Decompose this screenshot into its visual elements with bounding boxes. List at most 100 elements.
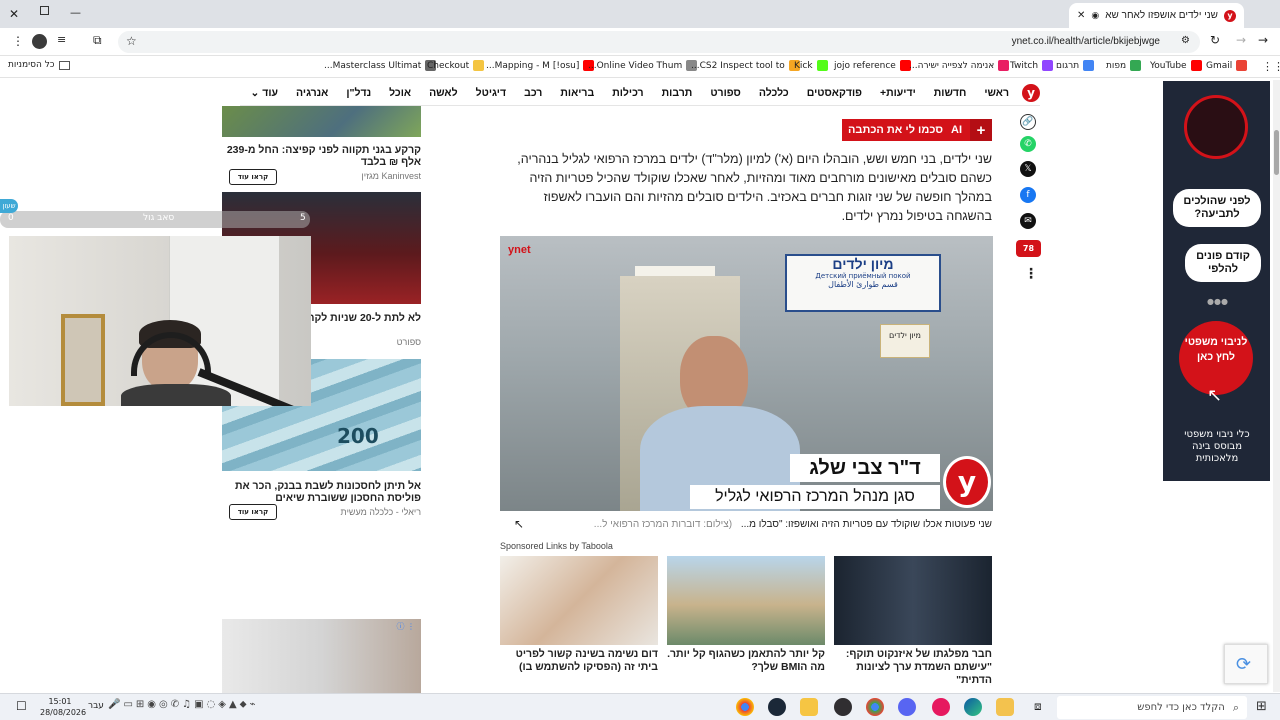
discord-taskbar-icon[interactable]: [898, 698, 916, 716]
nav-more[interactable]: עוד ⌄: [242, 87, 288, 99]
ynet-logo[interactable]: y: [1022, 83, 1040, 102]
bookmark-item[interactable]: CS2 Inspect tool to...: [691, 60, 800, 71]
tab-title: שני ילדים אושפזו לאחר שאכ: [1105, 10, 1218, 21]
nav-item[interactable]: רכילות: [603, 87, 652, 99]
scrollbar-thumb[interactable]: [1274, 130, 1279, 175]
bookmark-item[interactable]: YouTube: [1150, 60, 1202, 71]
nav-item[interactable]: ידיעות+: [871, 87, 925, 99]
nav-item[interactable]: כלכלה: [750, 87, 798, 99]
ad-cta-circle[interactable]: לניבוי משפטי לחץ כאן: [1179, 321, 1253, 395]
windows-start-icon[interactable]: ⊞: [1256, 699, 1267, 714]
nav-item[interactable]: ראשי: [975, 87, 1018, 99]
bookmark-item[interactable]: מפות: [1106, 60, 1142, 71]
caption-credit: (צילום: דוברות המרכז הרפואי ל...: [593, 519, 733, 530]
left-ad-image[interactable]: ⓘ ⋮: [222, 619, 421, 693]
nav-item[interactable]: אוכל: [380, 87, 420, 99]
bookmark-item[interactable]: Checkout: [427, 60, 485, 71]
left-card1-image[interactable]: [222, 106, 421, 137]
recaptcha-badge[interactable]: ⟳: [1224, 644, 1268, 684]
reload-icon[interactable]: ↻: [1210, 33, 1220, 47]
bookmark-item[interactable]: Kick: [794, 60, 828, 71]
ad-choices-icon[interactable]: ⓘ ⋮: [396, 621, 415, 632]
url-text[interactable]: ynet.co.il/health/article/bkijebjwge: [1012, 36, 1160, 47]
sponsored-card[interactable]: חבר מפלגתו של איזנקוט תוקף: "עישתם השמדת…: [834, 556, 992, 687]
chrome-taskbar-icon[interactable]: [736, 698, 754, 716]
bookmark-item[interactable]: Online Video Thum...: [588, 60, 698, 71]
bookmark-item[interactable]: אנימה לצפייה ישירה...: [909, 60, 1010, 71]
bookmark-item[interactable]: Twitch: [1010, 60, 1054, 71]
explorer-taskbar-icon[interactable]: [996, 698, 1014, 716]
comments-badge[interactable]: 78: [1016, 240, 1041, 257]
left-card3-title[interactable]: אל תיתן לחסכונות לשבת בבנק, הכר את פוליס…: [222, 480, 421, 504]
sponsored-card[interactable]: קל יותר להתאמן כשהגוף קל יותר. מה הBMI ש…: [667, 556, 825, 674]
audio-icon[interactable]: ◉: [1091, 11, 1099, 21]
taskbar-search[interactable]: ⌕ הקלד כאן כדי לחפש: [1057, 696, 1247, 719]
bookmark-star-icon[interactable]: ☆: [126, 34, 137, 48]
left-card1-title[interactable]: קרקע בגני תקווה לפני קפיצה: החל מ-239 אל…: [222, 144, 421, 168]
task-view-icon[interactable]: ⧈: [1034, 699, 1042, 714]
nav-item[interactable]: דיגיטל: [467, 87, 516, 99]
ynet-favicon-icon: y: [1224, 9, 1236, 22]
site-settings-icon[interactable]: ⚙: [1181, 35, 1190, 46]
ai-summary-button[interactable]: + AI סכמו לי את הכתבה: [842, 119, 992, 141]
nav-item[interactable]: תרבות: [653, 87, 702, 99]
tab-active[interactable]: y שני ילדים אושפזו לאחר שאכ ◉ ✕: [1069, 3, 1244, 28]
small-sign-text: מיון ילדים: [889, 331, 921, 340]
chrome-taskbar-icon[interactable]: [866, 698, 884, 716]
facebook-icon[interactable]: f: [1020, 187, 1036, 203]
sponsored-label[interactable]: Sponsored Links by Taboola: [500, 541, 613, 551]
menu-icon[interactable]: ⋮: [12, 34, 24, 48]
nav-item[interactable]: אנרגיה: [287, 87, 337, 99]
extensions-icon[interactable]: ⧉: [93, 33, 102, 48]
profile-avatar[interactable]: [32, 34, 47, 49]
x-twitter-icon[interactable]: 𝕏: [1020, 161, 1036, 177]
video-sign: מיון ילדים Детский приёмный покой قسم طو…: [785, 254, 941, 312]
omnibox[interactable]: ☆ ynet.co.il/health/article/bkijebjwge ⚙: [118, 31, 1200, 53]
back-icon[interactable]: →: [1236, 33, 1246, 47]
nav-item[interactable]: רכב: [515, 87, 551, 99]
more-options-icon[interactable]: ⋮: [1024, 266, 1038, 282]
system-tray-icons[interactable]: 🎤▭⊞◉◎✆♫▣◌◈▲⬥⌁: [108, 699, 259, 710]
bookmark-item[interactable]: Masterclass Ultimat...: [324, 60, 437, 71]
email-icon[interactable]: ✉: [1020, 213, 1036, 229]
steam-taskbar-icon[interactable]: [768, 698, 786, 716]
bookmark-favicon-icon: [1042, 60, 1054, 71]
whatsapp-icon[interactable]: ✆: [1020, 136, 1036, 152]
video-y-badge: y: [943, 456, 991, 508]
read-more-button[interactable]: קראו עוד: [229, 504, 277, 520]
bookmark-item[interactable]: jojo reference: [834, 60, 911, 71]
nav-item[interactable]: נדל"ן: [337, 87, 380, 99]
article-video[interactable]: מיון ילדים Детский приёмный покой قسم طو…: [500, 236, 993, 511]
nav-item[interactable]: לאשה: [420, 87, 467, 99]
forward-icon[interactable]: →: [1258, 33, 1268, 47]
obs-taskbar-icon[interactable]: [834, 698, 852, 716]
copy-link-icon[interactable]: 🔗: [1020, 114, 1036, 130]
clock[interactable]: 15:01 28/08/2026: [40, 696, 86, 718]
restore-window-icon[interactable]: [40, 6, 49, 15]
read-more-button[interactable]: קראו עוד: [229, 169, 277, 185]
media-taskbar-icon[interactable]: [932, 698, 950, 716]
bookmark-label: Online Video Thum...: [588, 60, 683, 71]
apps-grid-icon[interactable]: ⋮⋮: [1262, 60, 1280, 73]
language-indicator[interactable]: עבר: [88, 701, 104, 711]
side-ad[interactable]: לפני שהולכים לתביעה? קודם פונים להלפי ●●…: [1163, 81, 1270, 481]
app-taskbar-icon[interactable]: [800, 698, 818, 716]
media-control-icon[interactable]: ≡: [57, 33, 66, 46]
bookmark-item[interactable]: Gmail: [1206, 60, 1248, 71]
minimize-window-icon[interactable]: —: [70, 6, 81, 19]
bookmark-item[interactable]: תרגום: [1056, 60, 1095, 71]
tab-close-icon[interactable]: ✕: [1077, 10, 1085, 21]
close-window-icon[interactable]: ✕: [9, 7, 19, 21]
video-caption: שני פעוטות אכלו שוקולד עם פטריות הזיה וא…: [500, 519, 992, 530]
sign-title: מיון ילדים: [832, 256, 894, 272]
edge-taskbar-icon[interactable]: [964, 698, 982, 716]
nav-item[interactable]: ספורט: [701, 87, 750, 99]
page-scrollbar[interactable]: [1273, 80, 1280, 692]
nav-item[interactable]: בריאות: [551, 87, 603, 99]
nav-item[interactable]: חדשות: [925, 87, 976, 99]
notification-icon[interactable]: ☐: [16, 699, 27, 713]
sponsored-card[interactable]: דום נשימה בשינה קשור לפריט ביתי זה (הפסי…: [500, 556, 658, 674]
bookmark-item[interactable]: [osu!] Mapping - M...: [486, 60, 595, 71]
nav-item[interactable]: פודקאסטים: [798, 87, 871, 99]
bookmark-all[interactable]: כל הסימניות: [8, 60, 70, 70]
